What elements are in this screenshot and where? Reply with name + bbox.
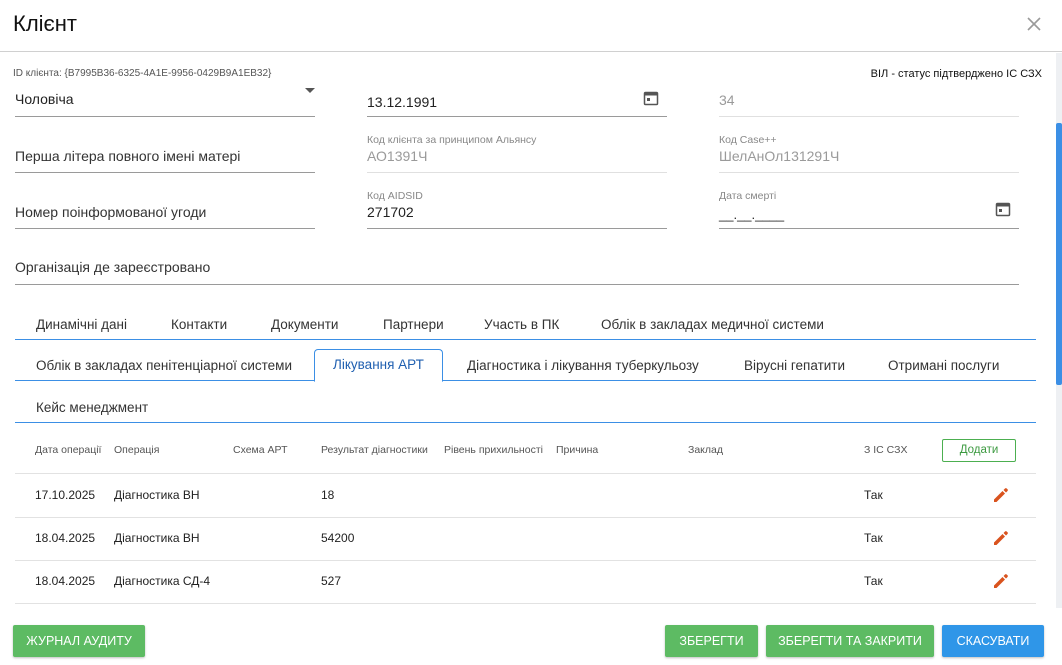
tab-viral-hepatitis[interactable]: Вірусні гепатити <box>744 358 845 373</box>
mother-letter-field[interactable]: Перша літера повного імені матері <box>15 140 315 173</box>
pencil-icon[interactable] <box>992 486 1010 504</box>
calendar-icon[interactable] <box>995 201 1011 217</box>
consent-number-field[interactable]: Номер поінформованої угоди <box>15 196 315 229</box>
aidsid-code-field[interactable]: Код AIDSID 271702 <box>367 188 667 229</box>
table-row: 17.10.2025 Діагностика ВН 18 Так <box>15 474 1036 518</box>
gender-value: Чоловіча <box>15 91 74 107</box>
tab-case-management[interactable]: Кейс менеджмент <box>36 400 148 415</box>
client-id: ID клієнта: {B7995B36-6325-4A1E-9956-042… <box>13 68 272 79</box>
aidsid-code-label: Код AIDSID <box>367 190 423 202</box>
case-code-value: ШелАнОл131291Ч <box>719 148 840 164</box>
col-operation-date: Дата операції <box>35 444 102 456</box>
birth-date-field[interactable]: 13.12.1991 <box>367 84 667 117</box>
save-and-close-button[interactable]: ЗБЕРЕГТИ ТА ЗАКРИТИ <box>766 625 934 657</box>
table-row: 18.04.2025 Діагностика ВН 54200 Так <box>15 517 1036 561</box>
tab-partners[interactable]: Партнери <box>383 317 444 332</box>
cell-date: 18.04.2025 <box>35 531 96 545</box>
close-icon[interactable] <box>1024 14 1044 34</box>
pencil-icon[interactable] <box>992 529 1010 547</box>
tabs-row-3: Кейс менеджмент <box>15 390 1036 423</box>
tab-documents[interactable]: Документи <box>271 317 338 332</box>
cell-date: 18.04.2025 <box>35 574 96 588</box>
alliance-code-field: Код клієнта за принципом Альянсу АО1391Ч <box>367 132 667 173</box>
add-button[interactable]: Додати <box>942 439 1016 462</box>
col-art-scheme: Схема АРТ <box>233 444 288 456</box>
tabs-row-1: Динамічні дані Контакти Документи Партне… <box>15 307 1036 340</box>
calendar-icon[interactable] <box>643 90 659 106</box>
chevron-down-icon[interactable] <box>305 88 315 93</box>
dialog-title: Клієнт <box>13 11 77 36</box>
gender-select[interactable]: Чоловіча <box>15 84 315 117</box>
age-value: 34 <box>719 92 735 108</box>
cell-operation: Діагностика ВН <box>114 531 200 545</box>
col-diagnostic-result: Результат діагностики <box>321 444 428 456</box>
death-date-label: Дата смерті <box>719 190 777 202</box>
cell-result: 18 <box>321 488 335 502</box>
aidsid-code-value: 271702 <box>367 204 414 220</box>
tab-penitentiary-registration[interactable]: Облік в закладах пенітенціарної системи <box>36 358 292 373</box>
tab-received-services[interactable]: Отримані послуги <box>888 358 999 373</box>
cell-operation: Діагностика ВН <box>114 488 200 502</box>
col-from-ic: З ІС СЗХ <box>864 444 908 456</box>
tab-contacts[interactable]: Контакти <box>171 317 227 332</box>
mother-letter-placeholder: Перша літера повного імені матері <box>15 148 241 164</box>
death-date-value: __.__.____ <box>719 207 785 222</box>
cell-operation: Діагностика СД-4 <box>114 574 211 588</box>
scrollbar-thumb[interactable] <box>1056 123 1062 385</box>
cell-result: 54200 <box>321 531 355 545</box>
cell-from-ic: Так <box>864 574 883 588</box>
tab-pk-participation[interactable]: Участь в ПК <box>484 317 559 332</box>
tabs-row-2: Облік в закладах пенітенціарної системи … <box>15 348 1036 382</box>
tab-medical-registration[interactable]: Облік в закладах медичної системи <box>601 317 824 332</box>
age-field: 34 <box>719 84 1019 117</box>
table-header: Дата операції Операція Схема АРТ Результ… <box>15 430 1036 474</box>
cell-result: 527 <box>321 574 342 588</box>
cell-date: 17.10.2025 <box>35 488 96 502</box>
cancel-button[interactable]: СКАСУВАТИ <box>942 625 1044 657</box>
tab-tuberculosis[interactable]: Діагностика і лікування туберкульозу <box>467 358 699 373</box>
pencil-icon[interactable] <box>992 572 1010 590</box>
col-operation: Операція <box>114 444 160 456</box>
alliance-code-label: Код клієнта за принципом Альянсу <box>367 134 537 146</box>
alliance-code-value: АО1391Ч <box>367 148 428 164</box>
organization-placeholder: Організація де зареєстровано <box>15 259 211 275</box>
col-adherence-level: Рівень прихильності <box>444 444 543 456</box>
case-code-label: Код Case++ <box>719 134 777 146</box>
scrollbar[interactable] <box>1056 53 1062 608</box>
audit-log-button[interactable]: ЖУРНАЛ АУДИТУ <box>13 625 145 657</box>
table-row: 18.04.2025 Діагностика СД-4 527 Так <box>15 560 1036 604</box>
vil-status: ВІЛ - статус підтверджено ІС СЗХ <box>870 68 1042 80</box>
birth-date-value: 13.12.1991 <box>367 94 438 110</box>
dialog-header: Клієнт <box>0 0 1062 52</box>
cell-from-ic: Так <box>864 531 883 545</box>
col-facility: Заклад <box>688 444 723 456</box>
organization-field[interactable]: Організація де зареєстровано <box>15 252 1019 285</box>
col-reason: Причина <box>556 444 599 456</box>
cell-from-ic: Так <box>864 488 883 502</box>
consent-number-placeholder: Номер поінформованої угоди <box>15 204 207 220</box>
tab-art-treatment[interactable]: Лікування АРТ <box>314 349 443 382</box>
tab-dynamic-data[interactable]: Динамічні дані <box>36 317 127 332</box>
death-date-field[interactable]: Дата смерті __.__.____ <box>719 188 1019 229</box>
case-code-field: Код Case++ ШелАнОл131291Ч <box>719 132 1019 173</box>
client-dialog: Клієнт ID клієнта: {B7995B36-6325-4A1E-9… <box>0 0 1062 665</box>
save-button[interactable]: ЗБЕРЕГТИ <box>665 625 758 657</box>
